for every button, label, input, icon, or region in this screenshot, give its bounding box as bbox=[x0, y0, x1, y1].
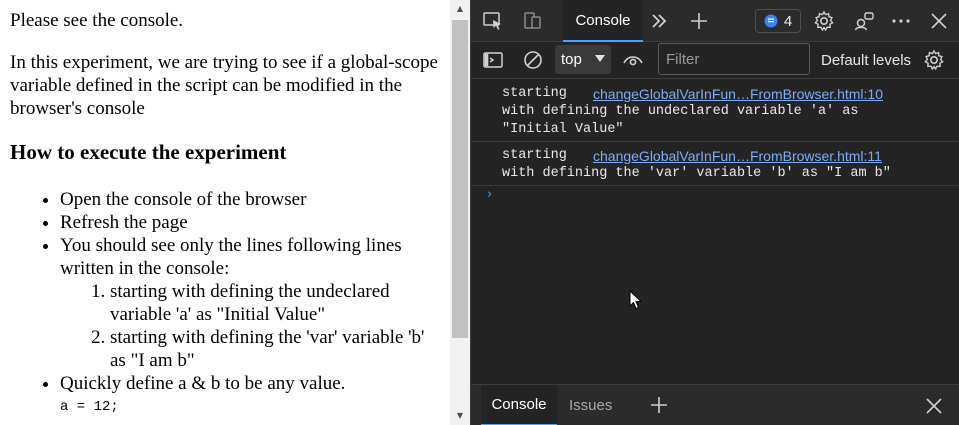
more-tabs-icon[interactable] bbox=[647, 9, 671, 33]
console-message-text: starting bbox=[502, 148, 567, 163]
inspect-element-icon[interactable] bbox=[481, 9, 505, 33]
drawer-tab-bar: Console Issues bbox=[471, 384, 959, 425]
devtools-toolbar: Console 4 bbox=[471, 0, 959, 42]
more-options-icon[interactable] bbox=[889, 9, 913, 33]
console-message: starting changeGlobalVarInFun…FromBrowse… bbox=[471, 80, 959, 142]
devtools-panel: Console 4 top Filter Default levels star… bbox=[470, 0, 959, 425]
list-item: Quickly define a & b to be any value. a … bbox=[60, 372, 440, 416]
live-expression-eye-icon[interactable] bbox=[621, 48, 645, 72]
feedback-icon[interactable] bbox=[852, 9, 876, 33]
drawer-tab-issues[interactable]: Issues bbox=[569, 385, 612, 425]
show-sidebar-icon[interactable] bbox=[481, 48, 505, 72]
description-text: In this experiment, we are trying to see… bbox=[10, 52, 438, 119]
mouse-cursor-icon bbox=[629, 290, 643, 310]
settings-gear-icon[interactable] bbox=[812, 9, 836, 33]
console-source-link[interactable]: changeGlobalVarInFun…FromBrowser.html:10 bbox=[593, 85, 883, 103]
scroll-up-arrow-icon[interactable]: ▲ bbox=[450, 0, 470, 18]
scroll-thumb[interactable] bbox=[452, 20, 468, 338]
expected-lines-list: starting with defining the undeclared va… bbox=[60, 280, 440, 372]
tab-console[interactable]: Console bbox=[563, 0, 643, 42]
drawer-tab-console[interactable]: Console bbox=[481, 385, 557, 425]
console-filter-bar: top Default levels bbox=[471, 42, 959, 79]
console-prompt-chevron-icon[interactable]: › bbox=[487, 187, 492, 202]
page-heading: How to execute the experiment bbox=[10, 140, 287, 164]
close-drawer-icon[interactable] bbox=[922, 394, 946, 418]
list-item-text: You should see only the lines following … bbox=[60, 235, 402, 279]
list-item: starting with defining the undeclared va… bbox=[110, 280, 440, 326]
console-message-text: "Initial Value" bbox=[502, 122, 624, 137]
console-message-text: with defining the 'var' variable 'b' as … bbox=[502, 166, 891, 181]
issues-count: 4 bbox=[783, 12, 793, 30]
web-page: Please see the console. In this experime… bbox=[0, 0, 450, 425]
clear-console-icon[interactable] bbox=[521, 48, 545, 72]
add-drawer-tab-icon[interactable] bbox=[647, 393, 671, 417]
list-item: starting with defining the 'var' variabl… bbox=[110, 326, 440, 372]
list-item: Open the console of the browser bbox=[60, 188, 440, 211]
context-selector-value: top bbox=[561, 51, 582, 68]
context-selector[interactable]: top bbox=[555, 45, 611, 74]
steps-list: Open the console of the browser Refresh … bbox=[10, 188, 440, 416]
filter-input[interactable] bbox=[658, 43, 810, 75]
close-devtools-icon[interactable] bbox=[927, 9, 951, 33]
list-item: Refresh the page bbox=[60, 211, 440, 234]
console-source-link[interactable]: changeGlobalVarInFun…FromBrowser.html:11 bbox=[593, 147, 882, 165]
page-scrollbar[interactable]: ▲ ▼ bbox=[450, 0, 470, 425]
console-message: starting changeGlobalVarInFun…FromBrowse… bbox=[471, 142, 959, 186]
console-message-text: with defining the undeclared variable 'a… bbox=[502, 104, 859, 119]
device-emulation-icon[interactable] bbox=[521, 9, 545, 33]
list-item: You should see only the lines following … bbox=[60, 234, 440, 372]
log-levels-dropdown[interactable]: Default levels bbox=[821, 42, 911, 79]
add-tab-icon[interactable] bbox=[687, 9, 711, 33]
code-line: a = 12; bbox=[60, 399, 119, 415]
console-settings-gear-icon[interactable] bbox=[922, 48, 946, 72]
issues-badge[interactable]: 4 bbox=[755, 9, 801, 33]
scroll-down-arrow-icon[interactable]: ▼ bbox=[450, 407, 470, 425]
console-message-text: starting bbox=[502, 86, 567, 101]
intro-text: Please see the console. bbox=[10, 10, 184, 31]
list-item-text: Quickly define a & b to be any value. bbox=[60, 373, 346, 394]
chevron-down-icon bbox=[595, 55, 605, 62]
console-output[interactable]: starting changeGlobalVarInFun…FromBrowse… bbox=[471, 80, 959, 384]
message-icon bbox=[764, 14, 778, 28]
